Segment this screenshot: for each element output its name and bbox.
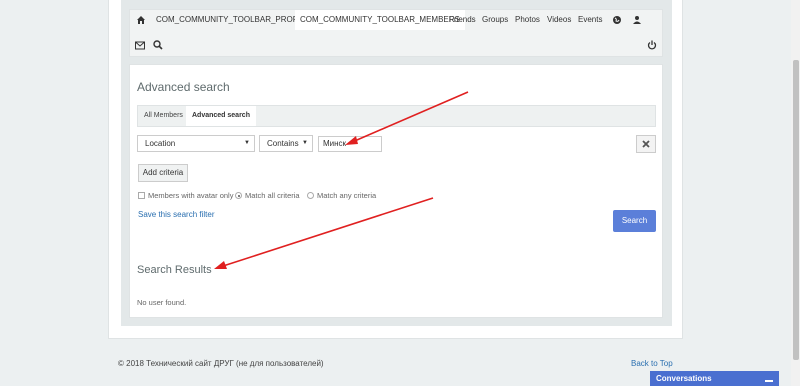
tab-all-members[interactable]: All Members [138,106,189,126]
search-results-heading: Search Results [137,264,212,276]
field-select[interactable]: Location ▼ [137,135,255,152]
toolbar-groups[interactable]: Groups [477,10,513,30]
empty-results-message: No user found. [137,298,187,307]
back-to-top-link[interactable]: Back to Top [631,359,673,368]
add-criteria-button[interactable]: Add criteria [138,164,188,182]
avatar-only-checkbox[interactable]: Members with avatar only [138,191,233,200]
community-toolbar: COM_COMMUNITY_TOOLBAR_PROFILE COM_COMMUN… [129,9,663,57]
close-icon [642,140,650,148]
condition-select[interactable]: Contains ▼ [259,135,313,152]
chevron-down-icon: ▼ [302,140,308,146]
page-content: COM_COMMUNITY_TOOLBAR_PROFILE COM_COMMUN… [108,0,683,339]
conversations-label: Conversations [656,374,712,383]
conversations-bar[interactable]: Conversations [650,371,779,386]
match-all-label: Match all criteria [245,191,300,200]
field-select-value: Location [145,139,176,148]
globe-icon[interactable] [610,13,624,27]
search-tabs: All Members Advanced search [137,105,656,127]
match-any-radio[interactable]: Match any criteria [307,191,376,200]
match-all-radio[interactable]: Match all criteria [235,191,300,200]
toolbar-videos[interactable]: Videos [542,10,576,30]
toolbar-members[interactable]: COM_COMMUNITY_TOOLBAR_MEMBERS [295,10,465,30]
radio-icon [307,192,314,199]
user-add-icon[interactable] [630,13,644,27]
save-filter-link[interactable]: Save this search filter [138,210,214,219]
footer-copyright: © 2018 Технический сайт ДРУГ (не для пол… [118,359,324,368]
home-icon[interactable] [134,13,148,27]
toolbar-events[interactable]: Events [573,10,607,30]
radio-selected-icon [235,192,242,199]
criteria-value-input[interactable]: Минск [318,136,382,152]
advanced-search-heading: Advanced search [137,80,230,94]
condition-select-value: Contains [267,139,299,148]
match-any-label: Match any criteria [317,191,377,200]
chevron-down-icon: ▼ [244,140,250,146]
power-icon[interactable] [645,38,659,52]
remove-criteria-button[interactable] [636,135,656,153]
minimize-icon[interactable] [765,380,773,382]
toolbar-photos[interactable]: Photos [510,10,545,30]
advanced-search-card: Advanced search All Members Advanced sea… [129,64,663,318]
toolbar-profile[interactable]: COM_COMMUNITY_TOOLBAR_PROFILE [151,10,315,30]
checkbox-icon [138,192,145,199]
toolbar-friends[interactable]: Friends [444,10,481,30]
scrollbar-thumb[interactable] [793,60,799,360]
community-container: COM_COMMUNITY_TOOLBAR_PROFILE COM_COMMUN… [121,0,672,326]
search-icon[interactable] [151,38,165,52]
mail-icon[interactable] [133,38,147,52]
search-button[interactable]: Search [613,210,656,232]
avatar-only-label: Members with avatar only [148,191,234,200]
tab-advanced-search[interactable]: Advanced search [186,106,256,126]
